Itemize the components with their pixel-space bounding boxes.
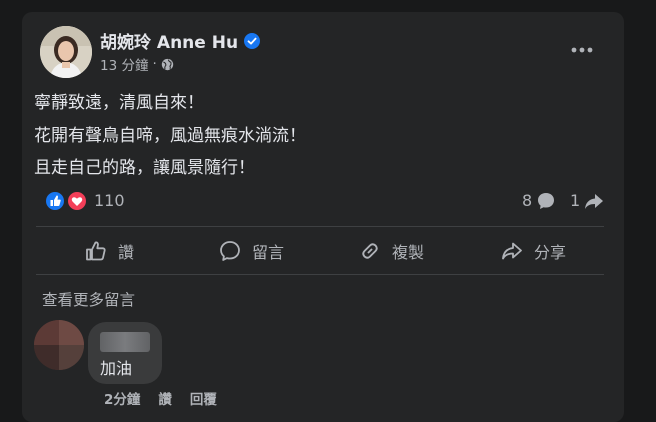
reaction-count[interactable]: 110	[94, 190, 125, 212]
post-text-line: 且走自己的路，讓風景隨行！	[34, 158, 255, 178]
love-icon	[66, 190, 88, 212]
shares-count: 1	[570, 191, 581, 210]
globe-icon	[161, 58, 173, 70]
comments-count-button[interactable]: 8	[522, 190, 556, 212]
shares-count-button[interactable]: 1	[570, 190, 604, 212]
share-label: 分享	[534, 243, 567, 262]
meta-separator: ·	[152, 56, 157, 72]
post-card: 胡婉玲 Anne Hu 13 分鐘 · 寧靜致遠，清風自來！ 花開有聲鳥自啼，風…	[22, 12, 624, 422]
thumbs-up-icon	[86, 241, 106, 261]
comment-actions: 2分鐘 讚 回覆	[104, 388, 217, 408]
comment-bubble-icon	[538, 193, 555, 209]
author-name[interactable]: 胡婉玲 Anne Hu	[100, 28, 238, 53]
comment-icon	[220, 241, 240, 261]
link-icon	[362, 243, 378, 259]
more-options-button[interactable]	[562, 38, 602, 62]
verified-badge-icon	[244, 32, 261, 49]
comment-text: 加油	[100, 359, 133, 378]
comment-button[interactable]: 留言	[218, 232, 284, 270]
view-more-comments-link[interactable]: 查看更多留言	[42, 288, 135, 310]
like-label: 讚	[118, 243, 135, 262]
comment-time[interactable]: 2分鐘	[104, 388, 140, 408]
share-button[interactable]: 分享	[500, 232, 566, 270]
comment-reply-button[interactable]: 回覆	[190, 388, 217, 408]
copy-button[interactable]: 複製	[358, 232, 424, 270]
author-avatar[interactable]	[40, 26, 92, 78]
commenter-name-blurred[interactable]	[100, 332, 150, 352]
post-text-line: 寧靜致遠，清風自來！	[34, 93, 204, 113]
author-row: 胡婉玲 Anne Hu	[100, 28, 261, 53]
like-icon	[44, 190, 66, 212]
reaction-icons[interactable]	[44, 190, 90, 212]
commenter-avatar[interactable]	[34, 320, 84, 370]
like-button[interactable]: 讚	[84, 232, 134, 270]
copy-label: 複製	[392, 243, 425, 262]
divider	[36, 274, 604, 275]
comment-like-button[interactable]: 讚	[158, 388, 172, 408]
share-arrow-icon	[585, 194, 604, 209]
divider	[36, 226, 604, 227]
more-options-icon	[571, 47, 593, 53]
comment-label: 留言	[252, 243, 285, 262]
post-meta: 13 分鐘 ·	[100, 54, 174, 74]
comment-bubble: 加油	[88, 322, 162, 384]
post-text-line: 花開有聲鳥自啼，風過無痕水淌流！	[34, 126, 306, 146]
share-icon	[502, 242, 522, 260]
comments-count: 8	[522, 191, 533, 210]
post-time[interactable]: 13 分鐘	[100, 54, 148, 74]
